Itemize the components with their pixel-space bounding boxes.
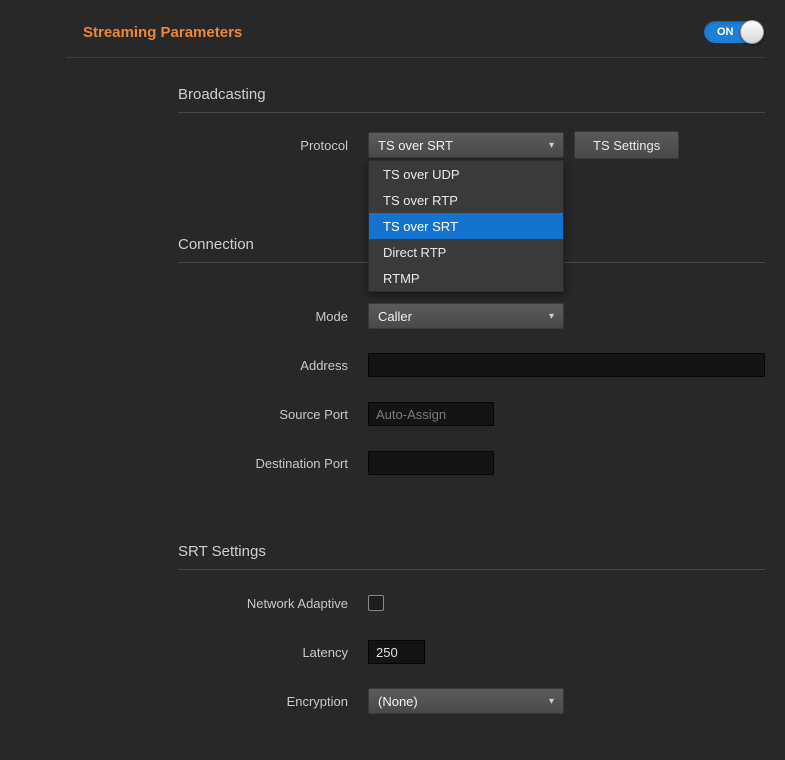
section-title-broadcasting: Broadcasting xyxy=(178,86,765,113)
menu-item-ts-over-rtp[interactable]: TS over RTP xyxy=(369,187,563,213)
streaming-parameters-panel: Streaming Parameters ON Broadcasting Pro… xyxy=(0,0,785,760)
encryption-dropdown[interactable]: (None) ▾ xyxy=(368,688,564,714)
chevron-down-icon: ▾ xyxy=(549,311,554,322)
network-adaptive-row: Network Adaptive xyxy=(66,589,765,617)
menu-item-ts-over-udp[interactable]: TS over UDP xyxy=(369,161,563,187)
protocol-dropdown[interactable]: TS over SRT ▾ xyxy=(368,132,564,158)
source-port-label: Source Port xyxy=(66,407,348,422)
destination-port-row: Destination Port xyxy=(66,449,765,477)
address-input[interactable] xyxy=(368,353,765,377)
address-row: Address xyxy=(66,351,765,379)
menu-item-ts-over-srt[interactable]: TS over SRT xyxy=(369,213,563,239)
latency-label: Latency xyxy=(66,645,348,660)
protocol-label: Protocol xyxy=(66,138,348,153)
protocol-selected-value: TS over SRT xyxy=(378,138,453,153)
ts-settings-button-label: TS Settings xyxy=(593,138,660,153)
network-adaptive-label: Network Adaptive xyxy=(66,596,348,611)
toggle-on-label: ON xyxy=(717,26,734,38)
toggle-knob[interactable] xyxy=(740,20,764,44)
latency-input[interactable] xyxy=(368,640,425,664)
source-port-row: Source Port xyxy=(66,400,765,428)
encryption-row: Encryption (None) ▾ xyxy=(66,687,765,715)
protocol-row: Protocol TS over SRT ▾ TS Settings xyxy=(66,131,765,159)
destination-port-input[interactable] xyxy=(368,451,494,475)
protocol-dropdown-menu: TS over UDP TS over RTP TS over SRT Dire… xyxy=(368,160,564,292)
streaming-on-toggle[interactable]: ON xyxy=(704,21,764,43)
chevron-down-icon: ▾ xyxy=(549,140,554,151)
mode-selected-value: Caller xyxy=(378,309,412,324)
network-adaptive-checkbox[interactable] xyxy=(368,595,384,611)
destination-port-label: Destination Port xyxy=(66,456,348,471)
menu-item-direct-rtp[interactable]: Direct RTP xyxy=(369,239,563,265)
mode-row: Mode Caller ▾ xyxy=(66,302,765,330)
latency-row: Latency xyxy=(66,638,765,666)
address-label: Address xyxy=(66,358,348,373)
page-title: Streaming Parameters xyxy=(83,24,242,41)
encryption-label: Encryption xyxy=(66,694,348,709)
chevron-down-icon: ▾ xyxy=(549,696,554,707)
mode-label: Mode xyxy=(66,309,348,324)
section-title-srt-settings: SRT Settings xyxy=(178,543,765,570)
encryption-selected-value: (None) xyxy=(378,694,418,709)
source-port-input[interactable] xyxy=(368,402,494,426)
mode-dropdown[interactable]: Caller ▾ xyxy=(368,303,564,329)
menu-item-rtmp[interactable]: RTMP xyxy=(369,265,563,291)
ts-settings-button[interactable]: TS Settings xyxy=(574,131,679,159)
header-divider xyxy=(66,57,765,58)
